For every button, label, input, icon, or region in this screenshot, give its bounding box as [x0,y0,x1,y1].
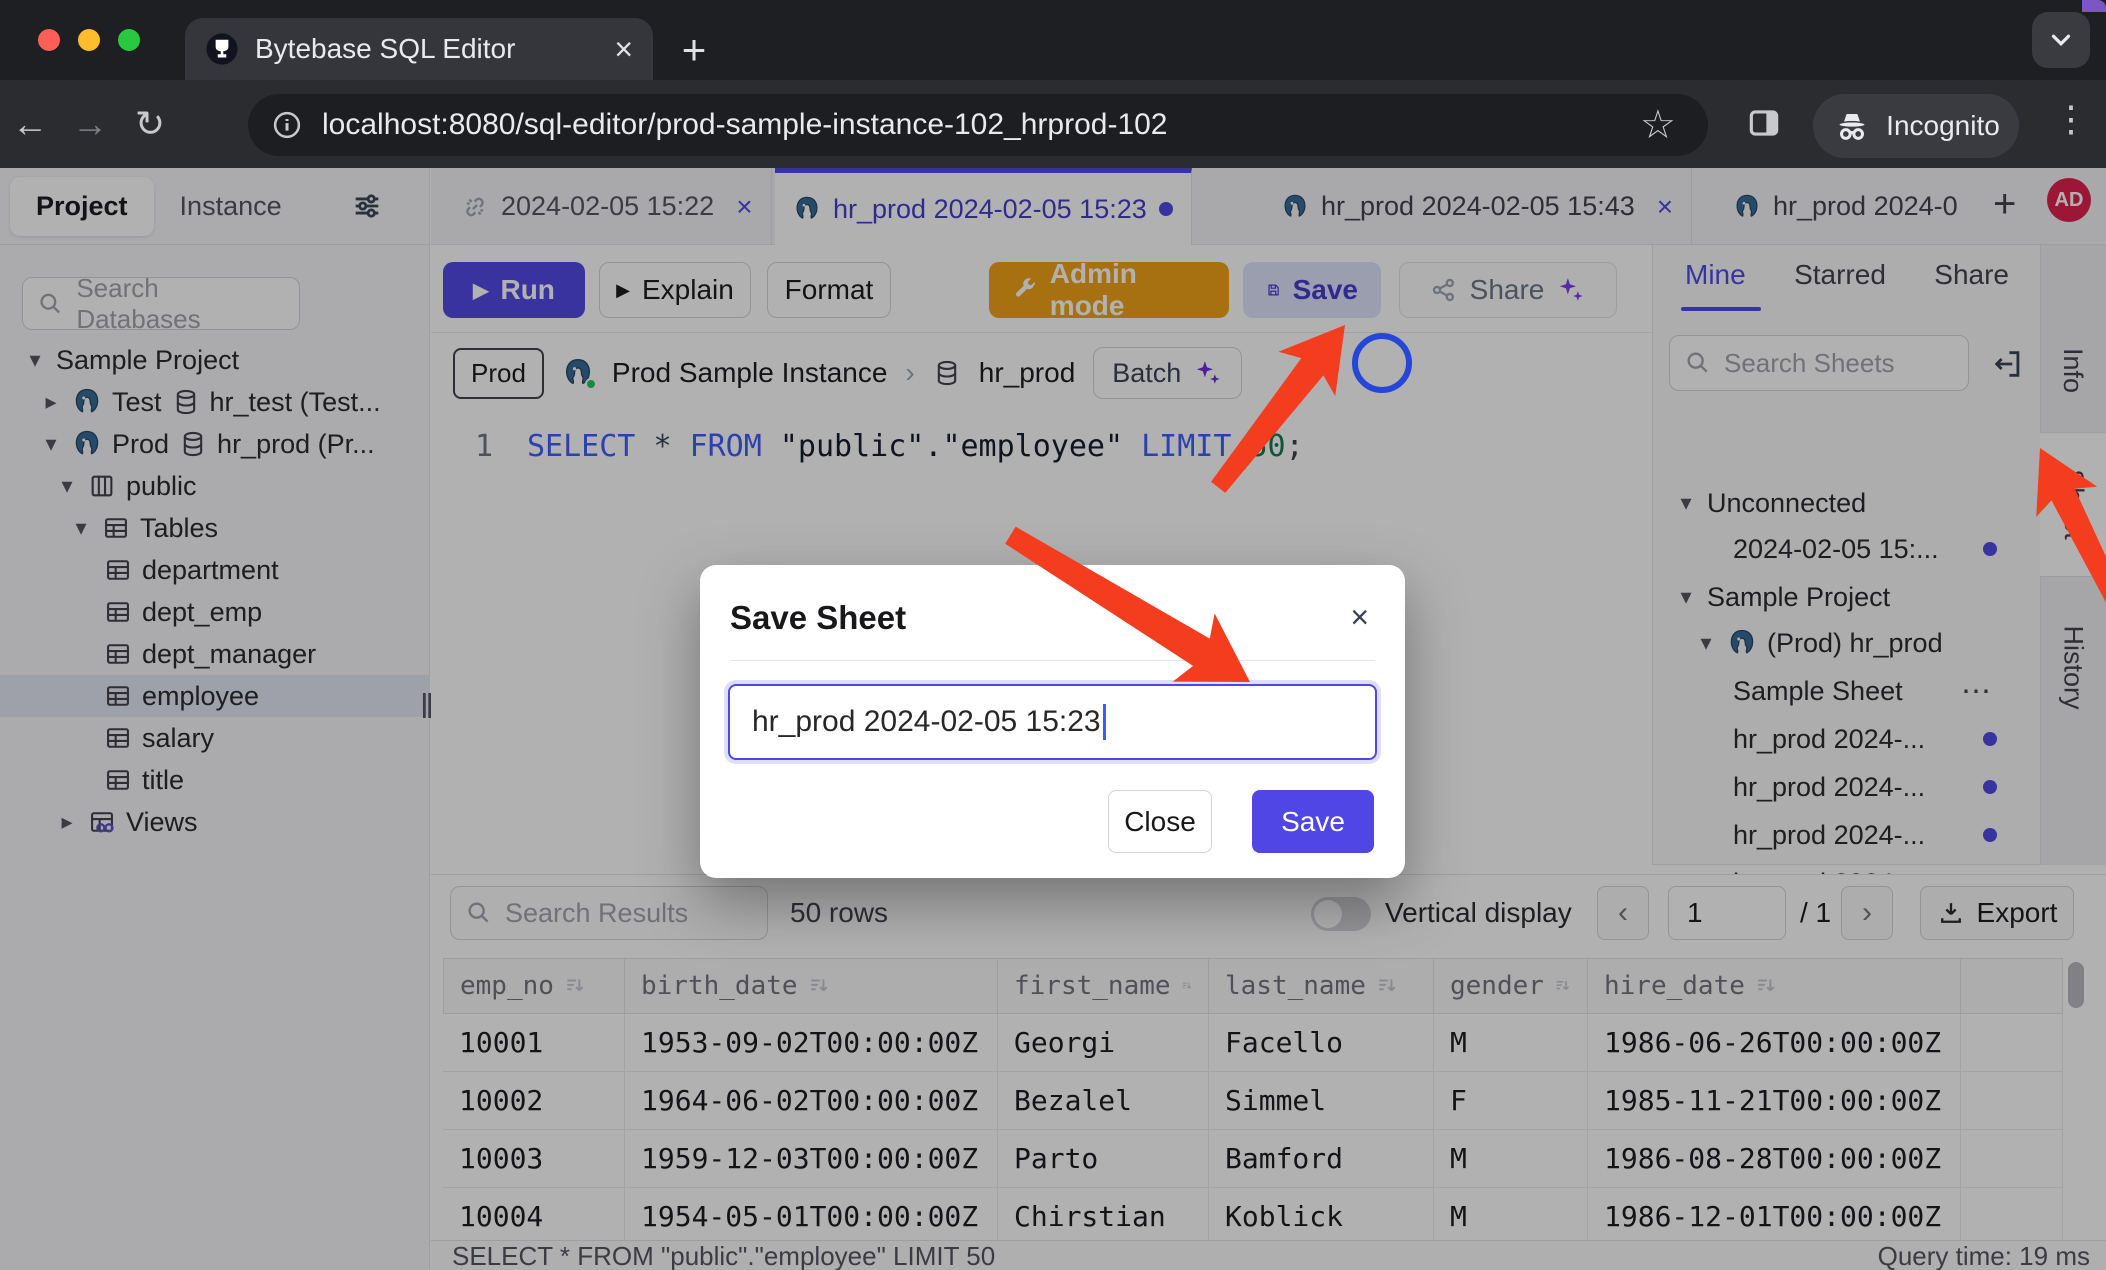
chevron-down-icon [2046,25,2076,55]
incognito-label: Incognito [1886,110,2000,142]
tab-search-button[interactable] [2032,12,2090,68]
url-text: localhost:8080/sql-editor/prod-sample-in… [322,108,1168,142]
address-bar[interactable]: localhost:8080/sql-editor/prod-sample-in… [248,94,1708,156]
reload-icon[interactable]: ↻ [120,103,180,145]
desktop-corner [2082,0,2106,12]
new-tab-button[interactable]: + [672,28,716,72]
site-info-icon[interactable] [272,110,302,140]
browser-menu-icon[interactable]: ⋮ [2046,98,2096,140]
incognito-icon [1832,106,1872,146]
browser-tab[interactable]: Bytebase SQL Editor × [185,18,653,80]
browser-tab-strip: Bytebase SQL Editor × + [0,0,2106,80]
side-panel-icon[interactable] [1745,104,1783,142]
bytebase-favicon-icon [205,32,239,66]
close-icon[interactable]: × [1350,599,1369,636]
browser-tab-title: Bytebase SQL Editor [255,33,598,65]
macos-close-button[interactable] [38,29,60,51]
macos-minimize-button[interactable] [78,29,100,51]
save-sheet-dialog: Save Sheet × hr_prod 2024-02-05 15:23 Cl… [700,565,1405,878]
save-confirm-button[interactable]: Save [1252,790,1374,853]
macos-zoom-button[interactable] [118,29,140,51]
tab-close-icon[interactable]: × [614,33,633,65]
close-button[interactable]: Close [1108,790,1212,853]
dialog-title: Save Sheet [730,599,906,637]
text-caret [1103,704,1106,740]
annotation-circle [1352,333,1412,393]
sheet-name-input[interactable]: hr_prod 2024-02-05 15:23 [728,684,1377,760]
incognito-badge: Incognito [1813,94,2019,158]
back-icon[interactable]: ← [0,103,60,145]
forward-icon[interactable]: → [60,103,120,145]
sheet-name-value: hr_prod 2024-02-05 15:23 [752,705,1101,739]
bookmark-star-icon[interactable]: ☆ [1640,102,1676,148]
dialog-divider [730,660,1375,661]
